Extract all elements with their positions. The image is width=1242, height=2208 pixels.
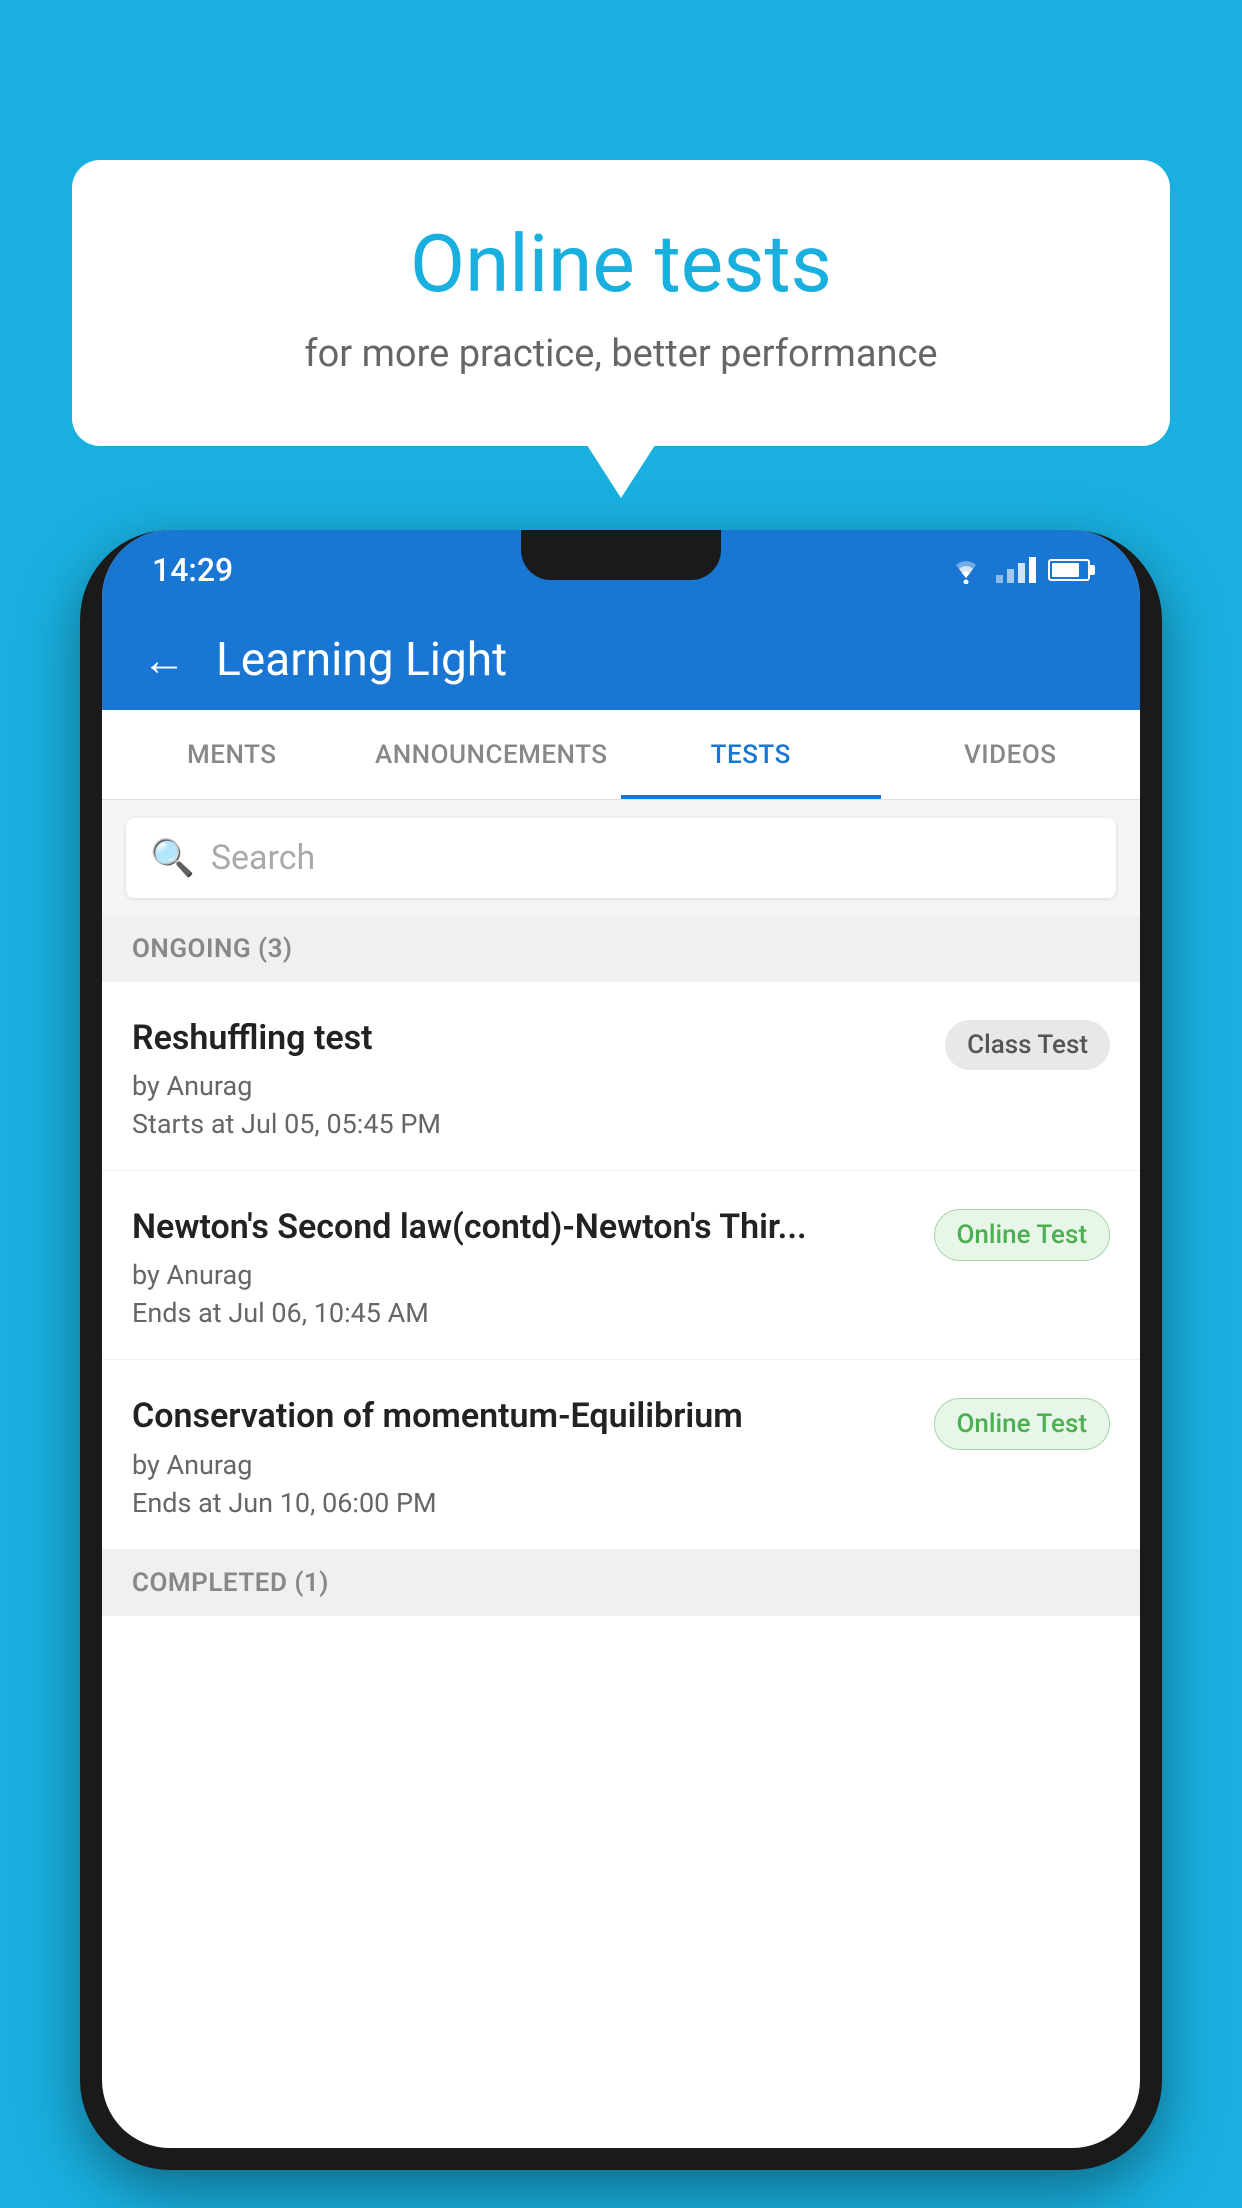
- test-name-2: Newton's Second law(contd)-Newton's Thir…: [132, 1205, 918, 1249]
- test-by-2: by Anurag: [132, 1259, 918, 1291]
- phone-container: 14:29: [80, 530, 1162, 2208]
- speech-bubble: Online tests for more practice, better p…: [72, 160, 1170, 446]
- test-time-3: Ends at Jun 10, 06:00 PM: [132, 1487, 918, 1519]
- test-time-2: Ends at Jul 06, 10:45 AM: [132, 1297, 918, 1329]
- status-icons: [948, 556, 1090, 584]
- completed-section-header: COMPLETED (1): [102, 1550, 1140, 1616]
- tab-videos[interactable]: VIDEOS: [881, 710, 1141, 799]
- test-item[interactable]: Reshuffling test by Anurag Starts at Jul…: [102, 982, 1140, 1171]
- tab-bar: MENTS ANNOUNCEMENTS TESTS VIDEOS: [102, 710, 1140, 800]
- test-info-2: Newton's Second law(contd)-Newton's Thir…: [132, 1205, 918, 1329]
- back-button[interactable]: ←: [142, 634, 186, 686]
- bubble-subtitle: for more practice, better performance: [122, 332, 1120, 376]
- test-badge-1: Class Test: [945, 1020, 1110, 1070]
- phone-screen: 14:29: [102, 530, 1140, 2148]
- wifi-icon: [948, 556, 984, 584]
- app-header: ← Learning Light: [102, 610, 1140, 710]
- phone-notch: [521, 530, 721, 580]
- search-icon: 🔍: [150, 837, 195, 879]
- phone-frame: 14:29: [80, 530, 1162, 2170]
- test-name-3: Conservation of momentum-Equilibrium: [132, 1394, 918, 1438]
- test-badge-2: Online Test: [934, 1209, 1111, 1261]
- test-item[interactable]: Newton's Second law(contd)-Newton's Thir…: [102, 1171, 1140, 1360]
- battery-icon: [1048, 559, 1090, 581]
- status-time: 14:29: [152, 551, 233, 589]
- tab-announcements[interactable]: ANNOUNCEMENTS: [362, 710, 622, 799]
- test-info-1: Reshuffling test by Anurag Starts at Jul…: [132, 1016, 929, 1140]
- search-placeholder: Search: [211, 838, 315, 878]
- test-by-3: by Anurag: [132, 1449, 918, 1481]
- ongoing-section-header: ONGOING (3): [102, 916, 1140, 982]
- tab-ments[interactable]: MENTS: [102, 710, 362, 799]
- test-time-1: Starts at Jul 05, 05:45 PM: [132, 1108, 929, 1140]
- signal-icon: [996, 557, 1036, 583]
- test-info-3: Conservation of momentum-Equilibrium by …: [132, 1394, 918, 1518]
- test-item[interactable]: Conservation of momentum-Equilibrium by …: [102, 1360, 1140, 1549]
- app-title: Learning Light: [216, 633, 507, 687]
- search-bar[interactable]: 🔍 Search: [126, 818, 1116, 898]
- test-badge-3: Online Test: [934, 1398, 1111, 1450]
- search-container: 🔍 Search: [102, 800, 1140, 916]
- tab-tests[interactable]: TESTS: [621, 710, 881, 799]
- test-name-1: Reshuffling test: [132, 1016, 929, 1060]
- test-by-1: by Anurag: [132, 1070, 929, 1102]
- bubble-title: Online tests: [122, 220, 1120, 308]
- test-list: Reshuffling test by Anurag Starts at Jul…: [102, 982, 1140, 1550]
